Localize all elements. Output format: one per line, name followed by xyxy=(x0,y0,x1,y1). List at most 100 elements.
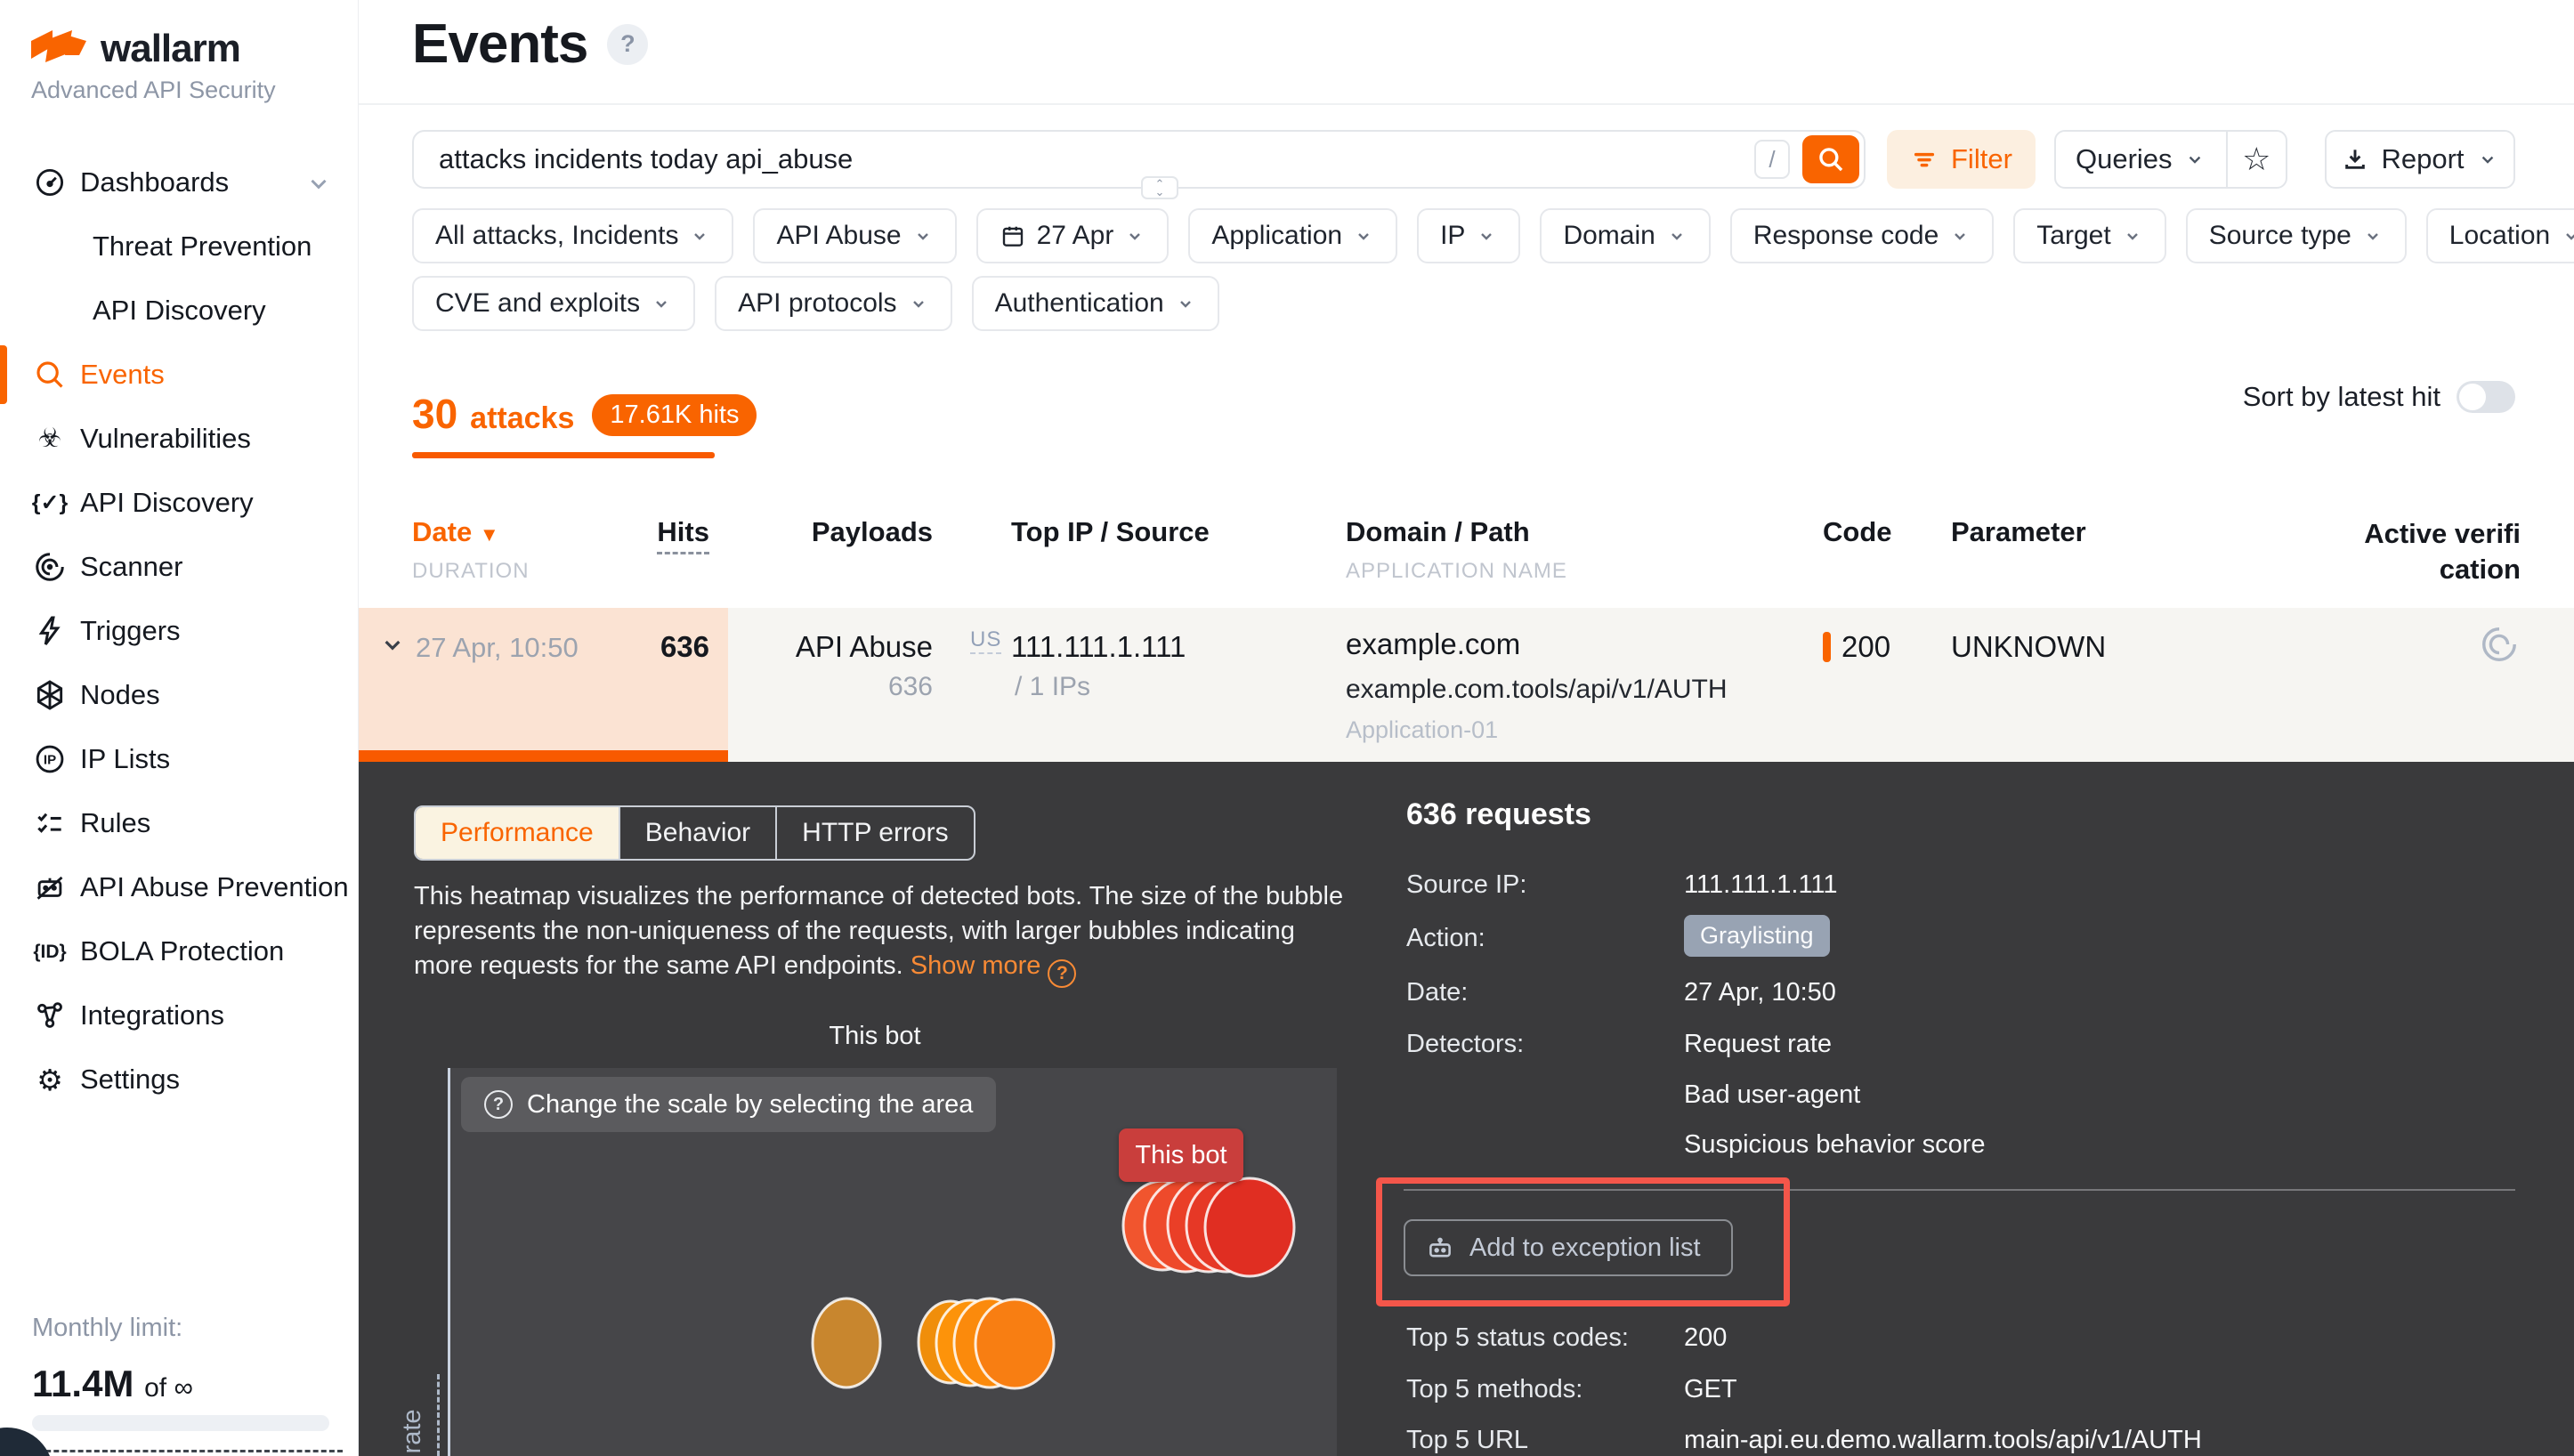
row-country[interactable]: US xyxy=(970,627,1001,654)
top-status-label: Top 5 status codes: xyxy=(1406,1323,1629,1353)
molecule-icon xyxy=(32,998,68,1033)
tab-performance[interactable]: Performance xyxy=(416,807,619,859)
row-ip[interactable]: 111.111.1.111 xyxy=(1011,630,1186,664)
ip-circle-icon: IP xyxy=(32,741,68,777)
robot-icon xyxy=(1425,1233,1455,1263)
tab-http-errors[interactable]: HTTP errors xyxy=(775,807,973,859)
sidebar-item-threat-prevention[interactable]: Threat Prevention xyxy=(0,214,359,279)
show-more-link[interactable]: Show more xyxy=(911,951,1041,980)
row-domain[interactable]: example.com xyxy=(1346,627,1520,661)
attacks-summary-tab[interactable]: 30 attacks 17.61K hits xyxy=(412,390,757,441)
top-url-value[interactable]: main-api.eu.demo.wallarm.tools/api/v1/AU… xyxy=(1684,1426,2202,1455)
wallarm-logo[interactable]: wallarm xyxy=(29,27,240,71)
search-icon xyxy=(32,357,68,392)
source-ip-label: Source IP: xyxy=(1406,870,1526,900)
heatmap-description: This heatmap visualizes the performance … xyxy=(414,879,1357,988)
sidebar-item-dashboards[interactable]: Dashboards xyxy=(0,150,359,214)
search-button[interactable] xyxy=(1802,135,1859,183)
action-label: Action: xyxy=(1406,924,1485,953)
sidebar-item-triggers[interactable]: Triggers xyxy=(0,599,359,663)
heatmap-bubble-other-bot[interactable] xyxy=(975,1299,1054,1388)
sidebar-item-vulnerabilities[interactable]: ☣ Vulnerabilities xyxy=(0,407,359,471)
detail-divider xyxy=(1404,1189,2515,1191)
chevron-down-icon xyxy=(912,225,934,247)
chip-api-abuse[interactable]: API Abuse xyxy=(753,208,956,263)
help-icon[interactable]: ? xyxy=(607,24,648,65)
sidebar-item-bola-protection[interactable]: {ID} BOLA Protection xyxy=(0,919,359,983)
sidebar-item-events[interactable]: Events xyxy=(0,343,359,407)
logo-title: wallarm xyxy=(101,27,240,71)
row-parameter: UNKNOWN xyxy=(1951,630,2106,664)
search-resize-handle[interactable]: ⌃⌄ xyxy=(1141,176,1178,199)
heatmap-bubble-other-bot[interactable] xyxy=(813,1298,880,1387)
row-ip-count: / 1 IPs xyxy=(1015,672,1090,702)
sidebar-item-label: Scanner xyxy=(80,551,182,583)
sort-toggle[interactable] xyxy=(2457,381,2515,413)
active-verification-icon[interactable] xyxy=(2479,624,2520,665)
search-input[interactable] xyxy=(414,143,1754,175)
gear-icon: ⚙ xyxy=(32,1062,68,1097)
chip-target[interactable]: Target xyxy=(2013,208,2165,263)
filter-chip-row-2: CVE and exploits API protocols Authentic… xyxy=(412,276,1219,331)
sidebar-item-rules[interactable]: Rules xyxy=(0,791,359,855)
chip-source-type[interactable]: Source type xyxy=(2186,208,2407,263)
column-header-hits[interactable]: Hits xyxy=(603,516,709,548)
report-label: Report xyxy=(2381,143,2464,175)
sidebar-item-nodes[interactable]: Nodes xyxy=(0,663,359,727)
table-row[interactable]: 27 Apr, 10:50 636 API Abuse 636 US 111.1… xyxy=(359,608,2574,762)
this-bot-badge[interactable]: This bot xyxy=(1119,1128,1243,1182)
tab-behavior[interactable]: Behavior xyxy=(619,807,775,859)
heatmap-bubble-this-bot[interactable] xyxy=(1205,1178,1294,1276)
column-header-payloads: Payloads xyxy=(755,516,933,548)
sidebar-item-label: Integrations xyxy=(80,999,224,1031)
sidebar-item-api-discovery-dashboard[interactable]: API Discovery xyxy=(0,279,359,343)
bolt-icon xyxy=(32,613,68,649)
chip-api-protocols[interactable]: API protocols xyxy=(715,276,951,331)
sidebar-item-settings[interactable]: ⚙ Settings xyxy=(0,1048,359,1112)
active-tab-underline xyxy=(412,452,715,458)
sidebar-item-api-discovery[interactable]: {✓} API Discovery xyxy=(0,471,359,535)
chip-attack-type[interactable]: All attacks, Incidents xyxy=(412,208,733,263)
checklist-icon xyxy=(32,805,68,841)
monthly-limit-progressbar xyxy=(32,1415,329,1431)
filter-chip-row-1: All attacks, Incidents API Abuse 27 Apr … xyxy=(412,208,2574,263)
chip-domain[interactable]: Domain xyxy=(1540,208,1710,263)
detector-item: Bad user-agent xyxy=(1684,1080,1860,1110)
sidebar-item-label: Nodes xyxy=(80,679,160,711)
sidebar-nav: Dashboards Threat Prevention API Discove… xyxy=(0,150,359,1112)
chip-application[interactable]: Application xyxy=(1188,208,1397,263)
chip-location[interactable]: Location xyxy=(2426,208,2574,263)
chat-widget[interactable] xyxy=(0,1428,53,1456)
bot-performance-heatmap[interactable]: ? Change the scale by selecting the area… xyxy=(448,1068,1337,1456)
column-header-date[interactable]: Date ▼ xyxy=(412,516,499,548)
top-url-label: Top 5 URL xyxy=(1406,1426,1528,1455)
chip-date[interactable]: 27 Apr xyxy=(976,208,1170,263)
chevron-down-icon xyxy=(651,293,672,314)
chip-cve-exploits[interactable]: CVE and exploits xyxy=(412,276,695,331)
logo-subtitle: Advanced API Security xyxy=(31,77,276,104)
row-path[interactable]: example.com.tools/api/v1/AUTH xyxy=(1346,675,1728,705)
favorite-star-button[interactable]: ☆ xyxy=(2228,132,2286,187)
report-button[interactable]: Report xyxy=(2325,130,2515,189)
sidebar-item-label: Settings xyxy=(80,1064,180,1096)
column-header-application: APPLICATION NAME xyxy=(1346,559,1567,584)
chip-ip[interactable]: IP xyxy=(1417,208,1520,263)
sort-row: Sort by latest hit xyxy=(2243,381,2515,413)
sidebar-item-api-abuse-prevention[interactable]: API Abuse Prevention xyxy=(0,855,359,919)
sidebar-item-scanner[interactable]: Scanner xyxy=(0,535,359,599)
row-payload-type[interactable]: API Abuse xyxy=(755,630,933,664)
filter-button[interactable]: Filter xyxy=(1887,130,2036,189)
sidebar: wallarm Advanced API Security Dashboards… xyxy=(0,0,359,1456)
action-value: Graylisting xyxy=(1684,915,1830,957)
chip-response-code[interactable]: Response code xyxy=(1730,208,1994,263)
source-ip-value[interactable]: 111.111.1.111 xyxy=(1684,870,1838,900)
sidebar-item-label: Rules xyxy=(80,807,150,839)
add-to-exception-list-button[interactable]: Add to exception list xyxy=(1404,1219,1733,1276)
chip-authentication[interactable]: Authentication xyxy=(972,276,1219,331)
row-hits: 636 xyxy=(603,630,709,664)
sidebar-item-integrations[interactable]: Integrations xyxy=(0,983,359,1048)
question-circle-icon[interactable]: ? xyxy=(1048,959,1076,988)
sidebar-item-ip-lists[interactable]: IP IP Lists xyxy=(0,727,359,791)
queries-button[interactable]: Queries xyxy=(2056,132,2226,187)
row-expand-chevron[interactable] xyxy=(378,631,407,659)
